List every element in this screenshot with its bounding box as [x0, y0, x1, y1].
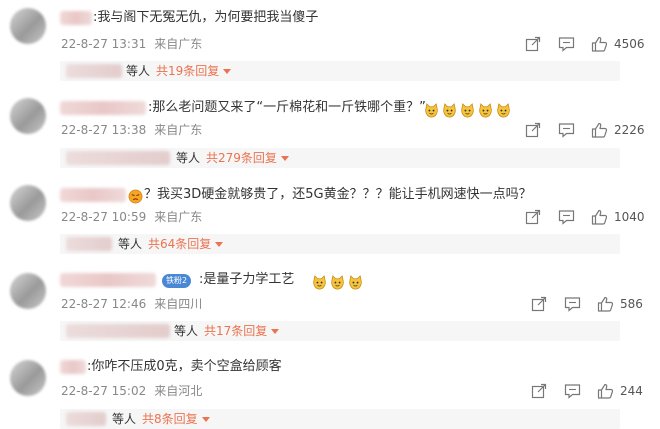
comment-text: :你咋不压成0克，卖个空盒给顾客: [87, 359, 282, 374]
comment-actions: 4506: [0, 35, 660, 53]
thumbs-up-icon: [591, 209, 608, 225]
comment-actions: 244: [0, 382, 660, 400]
share-button[interactable]: [531, 382, 547, 400]
reply-etc: 等人: [112, 412, 137, 426]
comment-icon: [564, 297, 581, 312]
like-button[interactable]: 244: [597, 382, 643, 400]
thumbs-up-icon: [597, 296, 614, 312]
doge-cat-emoji-icon: [312, 275, 327, 290]
reply-count-link[interactable]: 共8条回复: [142, 412, 198, 426]
reply-username-blurred: [66, 324, 170, 338]
share-button[interactable]: [525, 35, 541, 53]
comment-button[interactable]: [558, 121, 575, 139]
like-button[interactable]: 4506: [591, 35, 645, 53]
share-button[interactable]: [525, 121, 541, 139]
like-count: 2226: [614, 123, 645, 137]
comment-text: :我与阁下无冤无仇，为何要把我当傻子: [93, 10, 319, 25]
like-count: 586: [620, 297, 643, 311]
username-blurred[interactable]: [60, 11, 92, 25]
username-blurred[interactable]: [60, 360, 86, 374]
comment-text: :是量子力学工艺: [199, 272, 295, 287]
chevron-down-icon[interactable]: [280, 156, 289, 161]
doge-cat-emoji-icon: [330, 275, 345, 290]
like-button[interactable]: 586: [597, 295, 643, 313]
comment-actions: 586: [0, 295, 660, 313]
reply-summary[interactable]: 等人 共64条回复: [60, 234, 620, 254]
username-blurred[interactable]: [60, 273, 156, 287]
share-icon: [525, 36, 541, 52]
reply-summary[interactable]: 等人 共17条回复: [60, 321, 620, 341]
comment-icon: [558, 37, 575, 52]
share-button[interactable]: [531, 295, 547, 313]
comment-actions: 2226: [0, 121, 660, 139]
comment-text: :那么老问题又来了“一斤棉花和一斤铁哪个重？”: [148, 100, 426, 115]
reply-username-blurred: [66, 412, 106, 426]
reply-summary[interactable]: 等人 共8条回复: [60, 409, 620, 429]
reply-username-blurred: [66, 151, 170, 165]
thumbs-up-icon: [591, 122, 608, 138]
fan-badge[interactable]: 铁粉2: [162, 274, 192, 288]
doge-cat-emoji-icon: [460, 103, 475, 118]
username-blurred[interactable]: [60, 188, 126, 202]
reply-count-link[interactable]: 共64条回复: [148, 237, 211, 251]
comment-button[interactable]: [558, 35, 575, 53]
reply-count-link[interactable]: 共279条回复: [206, 151, 277, 165]
reply-etc: 等人: [126, 64, 151, 78]
like-button[interactable]: 1040: [591, 208, 645, 226]
like-count: 1040: [614, 210, 645, 224]
comment-button[interactable]: [564, 382, 581, 400]
chevron-down-icon[interactable]: [271, 329, 280, 334]
chevron-down-icon[interactable]: [215, 242, 224, 247]
chevron-down-icon[interactable]: [201, 417, 210, 422]
doge-cat-emoji-icon: [496, 103, 511, 118]
comment-button[interactable]: [558, 208, 575, 226]
emoji-row: [424, 100, 514, 118]
comment-text: ？我买3D硬金就够贵了，还5G黄金？？？能让手机网速快一点吗？: [144, 187, 532, 202]
username-blurred[interactable]: [60, 101, 146, 115]
like-count: 244: [620, 384, 643, 398]
like-count: 4506: [614, 37, 645, 51]
reply-username-blurred: [66, 64, 122, 78]
reply-summary[interactable]: 等人 共19条回复: [60, 61, 620, 81]
emoji-row: [312, 272, 366, 290]
reply-etc: 等人: [174, 324, 199, 338]
comment-icon: [558, 123, 575, 138]
reply-etc: 等人: [176, 151, 201, 165]
comment-icon: [564, 384, 581, 399]
reply-username-blurred: [66, 237, 112, 251]
thumbs-up-icon: [591, 36, 608, 52]
doge-cat-emoji-icon: [478, 103, 493, 118]
share-button[interactable]: [525, 208, 541, 226]
thumbs-up-icon: [597, 383, 614, 399]
comment-button[interactable]: [564, 295, 581, 313]
doge-cat-emoji-icon: [348, 275, 363, 290]
share-icon: [525, 209, 541, 225]
chevron-down-icon[interactable]: [223, 69, 232, 74]
share-icon: [531, 383, 547, 399]
comment-actions: 1040: [0, 208, 660, 226]
doge-cat-emoji-icon: [424, 103, 439, 118]
like-button[interactable]: 2226: [591, 121, 645, 139]
reply-count-link[interactable]: 共17条回复: [204, 324, 267, 338]
reply-count-link[interactable]: 共19条回复: [156, 64, 219, 78]
share-icon: [531, 296, 547, 312]
share-icon: [525, 122, 541, 138]
comment-icon: [558, 210, 575, 225]
reply-summary[interactable]: 等人 共279条回复: [60, 148, 620, 168]
reply-etc: 等人: [118, 237, 143, 251]
doge-cat-emoji-icon: [442, 103, 457, 118]
angry-emoji-icon: [128, 189, 143, 204]
